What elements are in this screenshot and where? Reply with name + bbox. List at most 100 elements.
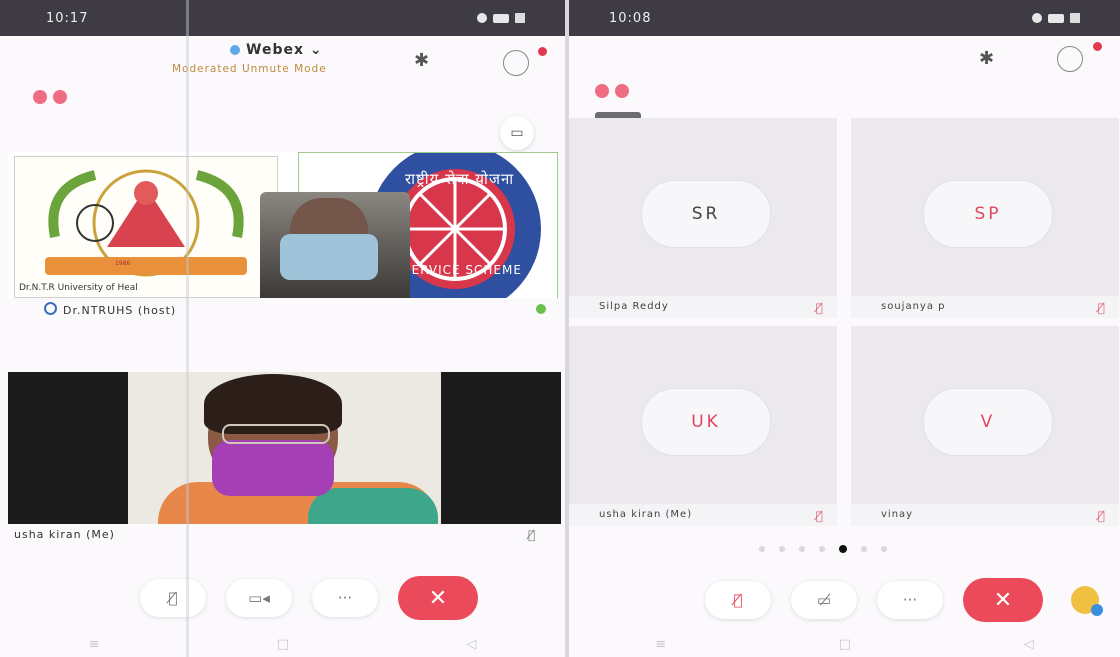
participant-name: usha kiran (Me) [569, 504, 837, 526]
video-button[interactable]: ▭̸ [791, 581, 857, 619]
avatar-initials: SP [974, 204, 1002, 224]
camera-icon: ▭◂ [248, 589, 270, 607]
mic-off-icon: 🎙̸ [815, 509, 823, 523]
back-icon[interactable]: ◁ [466, 637, 476, 652]
reaction-dot [595, 84, 609, 98]
battery-icon [1070, 13, 1084, 23]
svg-text:1986: 1986 [115, 260, 130, 267]
reaction-dot [33, 90, 47, 104]
chevron-down-icon: ⌄ [304, 42, 323, 58]
camera-off-icon: ▭̸ [816, 591, 832, 609]
home-icon[interactable]: □ [277, 637, 289, 652]
crest-caption: Dr.N.T.R University of Heal [19, 283, 138, 293]
status-icons [1032, 13, 1084, 23]
self-scarf [308, 488, 438, 524]
participants-icon[interactable] [1057, 46, 1083, 72]
status-icons [477, 13, 529, 23]
nss-service-scheme: SERVICE SCHEME [403, 263, 522, 277]
status-time: 10:17 [46, 10, 89, 26]
participant-name-text: usha kiran (Me) [599, 509, 693, 520]
mic-off-icon: 🎙̸ [815, 301, 823, 315]
scan-artifact-line [186, 0, 189, 657]
android-nav-bar: ≡ □ ◁ [0, 631, 565, 657]
back-icon[interactable]: ◁ [1024, 637, 1034, 652]
mic-off-icon: 🎙̸ [733, 591, 743, 609]
self-mic-muted-icon: 🎙̸ [528, 528, 536, 542]
mute-button[interactable]: 🎙̸ [705, 581, 771, 619]
reaction-indicators [595, 84, 629, 98]
alarm-icon [477, 13, 487, 23]
layout-toggle-button[interactable]: ▭ [500, 116, 534, 150]
status-bar: 10:08 [569, 0, 1120, 36]
webex-logo-icon [230, 45, 240, 55]
status-time: 10:08 [609, 10, 652, 26]
university-crest-image: 1986 Dr.N.T.R University of Heal [14, 156, 278, 298]
participant-name-text: Silpa Reddy [599, 301, 669, 312]
participant-avatar: V [923, 388, 1053, 456]
signal-icon [1048, 13, 1064, 23]
alarm-icon [1032, 13, 1042, 23]
right-phone-screen: 10:08 ✱ ↩ SR Silpa Reddy 🎙̸ SP soujanya … [569, 0, 1120, 657]
avatar-initials: SR [691, 204, 721, 224]
end-call-button[interactable]: ✕ [963, 578, 1043, 622]
left-phone-screen: 10:17 Webex ⌄ Moderated Unmute Mode ✱ ▭ [0, 0, 565, 657]
mute-button[interactable]: 🎙̸ [140, 579, 206, 617]
recents-icon[interactable]: ≡ [655, 637, 666, 652]
page-dot[interactable] [799, 546, 805, 552]
mic-off-icon: 🎙̸ [1097, 301, 1105, 315]
page-dot[interactable] [881, 546, 887, 552]
signal-icon [493, 13, 509, 23]
page-dot[interactable] [861, 546, 867, 552]
status-bar: 10:17 [0, 0, 565, 36]
participant-name: vinay [851, 504, 1119, 526]
reactions-icon[interactable] [1071, 586, 1103, 616]
participant-name-text: soujanya p [881, 301, 946, 312]
participant-tile[interactable]: V vinay 🎙̸ [851, 326, 1119, 526]
android-nav-bar: ≡ □ ◁ [569, 631, 1120, 657]
page-dot-active[interactable] [839, 545, 847, 553]
participant-tile[interactable]: SR Silpa Reddy 🎙̸ [569, 118, 837, 318]
participant-name: soujanya p [851, 296, 1119, 318]
recents-icon[interactable]: ≡ [89, 637, 100, 652]
avatar-initials: V [980, 412, 996, 432]
app-title[interactable]: Webex ⌄ [230, 42, 323, 58]
page-dot[interactable] [759, 546, 765, 552]
bluetooth-icon[interactable]: ✱ [979, 48, 994, 69]
participant-avatar: SP [923, 180, 1053, 248]
home-icon[interactable]: □ [839, 637, 851, 652]
host-speaker-video [260, 192, 410, 298]
notification-dot [538, 47, 547, 56]
participant-name: Silpa Reddy [569, 296, 837, 318]
notification-dot [1093, 42, 1102, 51]
participants-icon[interactable] [503, 50, 529, 76]
letterbox-right [441, 372, 561, 524]
participant-name-text: vinay [881, 509, 914, 520]
letterbox-left [8, 372, 128, 524]
app-title-text: Webex [246, 42, 304, 58]
more-button[interactable]: ··· [312, 579, 378, 617]
host-connection-icon [536, 304, 546, 314]
mic-off-icon: 🎙̸ [1097, 509, 1105, 523]
host-video-tile[interactable]: 1986 Dr.N.T.R University of Heal राष्ट्र… [8, 152, 558, 298]
battery-icon [515, 13, 529, 23]
host-name-label: Dr.NTRUHS (host) [44, 302, 176, 317]
video-button[interactable]: ▭◂ [226, 579, 292, 617]
end-call-button[interactable]: ✕ [398, 576, 478, 620]
bluetooth-icon[interactable]: ✱ [414, 50, 429, 71]
page-indicator [759, 545, 887, 553]
page-dot[interactable] [779, 546, 785, 552]
self-glasses [222, 424, 330, 444]
participant-tile[interactable]: UK usha kiran (Me) 🎙̸ [569, 326, 837, 526]
reaction-dot [615, 84, 629, 98]
participant-tile[interactable]: SP soujanya p 🎙̸ [851, 118, 1119, 318]
moderated-mode-label: Moderated Unmute Mode [172, 63, 327, 75]
participant-avatar: UK [641, 388, 771, 456]
participant-avatar: SR [641, 180, 771, 248]
self-video-tile[interactable] [8, 372, 561, 524]
nss-hindi-text: राष्ट्रीय सेवा योजना [405, 170, 515, 188]
meeting-header: Webex ⌄ Moderated Unmute Mode ✱ [0, 36, 565, 86]
mic-off-icon: 🎙̸ [168, 589, 178, 607]
reaction-indicators [33, 90, 67, 104]
page-dot[interactable] [819, 546, 825, 552]
more-button[interactable]: ··· [877, 581, 943, 619]
